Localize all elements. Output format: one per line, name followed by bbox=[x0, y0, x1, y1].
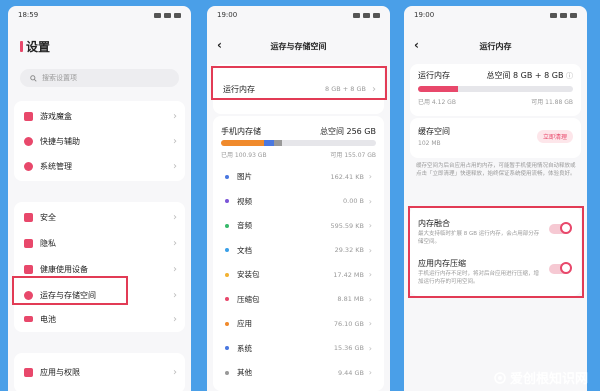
status-icons bbox=[154, 11, 181, 19]
category-dot-icon bbox=[225, 346, 229, 350]
ram-usage-card: 运行内存 总空间 8 GB + 8 GB ⓘ 已用 4.12 GB 可用 11.… bbox=[410, 64, 581, 116]
settings-item-system[interactable]: 系统管理 › bbox=[14, 153, 185, 179]
settings-item-game[interactable]: 游戏魔盒 › bbox=[14, 103, 185, 129]
settings-group-1: 游戏魔盒 › 快捷与辅助 › 系统管理 › bbox=[14, 101, 185, 181]
storage-card: 手机内存储 总空间 256 GB 已用 100.93 GB 可用 155.07 … bbox=[213, 116, 384, 391]
ram-free: 可用 11.88 GB bbox=[531, 99, 573, 106]
settings-item-shortcut[interactable]: 快捷与辅助 › bbox=[14, 128, 185, 154]
page-title: 运行内存 bbox=[479, 42, 512, 51]
page-title: 设置 bbox=[20, 38, 50, 55]
chevron-right-icon: › bbox=[368, 172, 372, 181]
shortcut-icon bbox=[24, 136, 33, 146]
storage-category-row[interactable]: 图片 162.41 KB › bbox=[225, 166, 372, 187]
storage-category-row[interactable]: 其他 9.44 GB › bbox=[225, 362, 372, 383]
settings-group-2: 安全 › 隐私 › 健康使用设备 › 运存与存储空间 › 电池 › bbox=[14, 202, 185, 332]
status-icons bbox=[353, 11, 380, 19]
status-bar: 19:00 bbox=[414, 11, 577, 19]
settings-group-3: 应用与权限 › bbox=[14, 353, 185, 391]
chevron-right-icon: › bbox=[368, 294, 372, 304]
category-dot-icon bbox=[225, 272, 229, 277]
category-dot-icon bbox=[225, 248, 229, 252]
storage-used: 已用 100.93 GB bbox=[221, 152, 267, 159]
cache-card: 缓存空间 102 MB 立即清理 bbox=[410, 118, 581, 158]
category-dot-icon bbox=[225, 297, 229, 301]
info-icon: ⓘ bbox=[566, 72, 573, 80]
storage-category-row[interactable]: 音频 595.59 KB › bbox=[225, 215, 372, 236]
game-box-icon bbox=[24, 111, 33, 121]
settings-item-security[interactable]: 安全 › bbox=[14, 204, 185, 230]
watermark-logo-icon bbox=[494, 371, 506, 384]
storage-progress bbox=[221, 140, 376, 146]
settings-item-battery[interactable]: 电池 › bbox=[14, 306, 185, 332]
storage-screen: 19:00 ‹ 运存与存储空间 运行内存 8 GB + 8 GB › 手机内存储… bbox=[207, 6, 390, 391]
storage-total: 总空间 256 GB bbox=[319, 127, 376, 136]
category-dot-icon bbox=[225, 199, 229, 203]
status-bar: 19:00 bbox=[217, 11, 380, 19]
highlight-box bbox=[211, 66, 387, 100]
storage-category-row[interactable]: 视频 0.00 B › bbox=[225, 191, 372, 212]
status-time: 18:59 bbox=[18, 11, 39, 19]
battery-icon bbox=[24, 316, 33, 322]
chevron-right-icon: › bbox=[368, 368, 372, 377]
category-dot-icon bbox=[225, 223, 229, 228]
search-input[interactable]: 搜索设置项 bbox=[20, 69, 179, 87]
cache-description: 缓存空间为后台应用占用的内存，可能暂手机使用情况自动释放或点击「立即清理」快速释… bbox=[416, 163, 576, 177]
chevron-right-icon: › bbox=[368, 319, 372, 328]
status-time: 19:00 bbox=[414, 11, 435, 19]
chevron-right-icon: › bbox=[368, 196, 372, 206]
storage-category-row[interactable]: 系统 15.36 GB › bbox=[225, 338, 372, 359]
privacy-icon bbox=[24, 238, 33, 248]
settings-screen: 18:59 设置 搜索设置项 游戏魔盒 › 快捷与辅助 › 系统管理 › 安全 › 隐私… bbox=[8, 6, 191, 391]
settings-item-apps[interactable]: 应用与权限 › bbox=[14, 359, 185, 385]
chevron-right-icon: › bbox=[368, 343, 372, 353]
cache-label: 缓存空间 bbox=[418, 127, 450, 136]
status-icons bbox=[550, 11, 577, 19]
category-dot-icon bbox=[225, 321, 229, 326]
highlight-box bbox=[12, 276, 128, 305]
ram-screen: 19:00 ‹ 运行内存 运行内存 总空间 8 GB + 8 GB ⓘ 已用 4… bbox=[404, 6, 587, 391]
apps-grid-icon bbox=[24, 367, 33, 377]
ram-label: 运行内存 bbox=[418, 71, 450, 80]
settings-item-privacy[interactable]: 隐私 › bbox=[14, 230, 185, 256]
highlight-box bbox=[408, 206, 584, 298]
system-gear-icon bbox=[24, 161, 33, 171]
ram-total: 总空间 8 GB + 8 GB ⓘ bbox=[486, 71, 573, 80]
category-dot-icon bbox=[225, 174, 229, 179]
search-icon bbox=[30, 74, 37, 82]
watermark: 爱创根知识网 bbox=[494, 368, 588, 387]
chevron-right-icon: › bbox=[368, 270, 372, 279]
category-dot-icon bbox=[225, 370, 229, 375]
chevron-right-icon: › bbox=[368, 221, 372, 230]
shield-icon bbox=[24, 212, 33, 222]
storage-category-row[interactable]: 压缩包 8.81 MB › bbox=[225, 289, 372, 310]
status-bar: 18:59 bbox=[18, 11, 181, 19]
cache-value: 102 MB bbox=[418, 140, 441, 147]
ram-progress bbox=[418, 86, 573, 92]
ram-used: 已用 4.12 GB bbox=[418, 99, 456, 106]
storage-category-row[interactable]: 安装包 17.42 MB › bbox=[225, 264, 372, 285]
storage-free: 可用 155.07 GB bbox=[330, 152, 376, 159]
status-time: 19:00 bbox=[217, 11, 238, 19]
chevron-right-icon: › bbox=[368, 245, 372, 255]
storage-label: 手机内存储 bbox=[221, 127, 261, 136]
storage-category-row[interactable]: 文档 29.32 KB › bbox=[225, 240, 372, 261]
hourglass-icon bbox=[24, 264, 33, 274]
clean-now-button[interactable]: 立即清理 bbox=[536, 130, 573, 143]
storage-category-row[interactable]: 应用 76.10 GB › bbox=[225, 313, 372, 334]
page-title: 运存与存储空间 bbox=[270, 42, 327, 51]
